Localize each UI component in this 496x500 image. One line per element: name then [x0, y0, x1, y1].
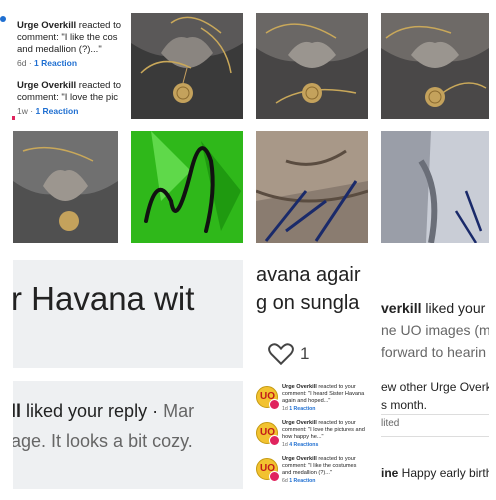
author-name[interactable]: verkill [381, 300, 421, 316]
notification-author[interactable]: Urge Overkill [282, 420, 317, 426]
notification-text: reacted to your [316, 384, 356, 390]
post-text: Happy early birth [398, 466, 489, 480]
post-date: Mar [163, 401, 195, 421]
notification-text: and medallion (?)..." [282, 470, 332, 476]
notification-text: reacted to your [316, 456, 356, 462]
post-text: r Havana wit [13, 280, 195, 317]
notification-text: comment: "I love the pictures and [282, 427, 365, 433]
notification-text: how happy he..." [282, 434, 324, 440]
notification-text: comment: "I like the cos [17, 32, 118, 43]
havana-text-tile: r Havana wit [13, 260, 243, 368]
post-text: ew other Urge Overk [381, 380, 489, 394]
notification-text: comment: "I heard Sister Havana [282, 391, 365, 397]
notification-author[interactable]: Urge Overkill [282, 456, 317, 462]
reactions-link[interactable]: 4 Reactions [289, 442, 318, 448]
notification-text: reacted to [76, 80, 122, 91]
notification-author[interactable]: Urge Overkill [17, 20, 76, 31]
post-text: s month. [381, 398, 428, 412]
heart-badge-icon [269, 399, 280, 410]
heart-badge-icon [269, 435, 280, 446]
medallion-photo-4[interactable] [13, 131, 118, 243]
green-photo[interactable] [131, 131, 243, 243]
notification-text: and medallion (?)..." [17, 44, 102, 55]
notification-age: 1w [17, 106, 28, 116]
post-text: forward to hearin [381, 344, 487, 360]
medallion-photo-2[interactable] [256, 13, 368, 119]
divider [381, 436, 489, 437]
notification-text: reacted to [76, 20, 122, 31]
liked-post-tile: verkill liked your ne UO images (m forwa… [381, 268, 489, 368]
reactions-link[interactable]: 1 Reaction [34, 58, 77, 68]
notification-age: 1d [282, 442, 288, 448]
other-post-tile: ew other Urge Overk s month. lited ine H… [381, 372, 489, 492]
medallion-photo-1[interactable] [131, 13, 243, 119]
post-text: ne UO images (m [381, 322, 489, 338]
notification-author[interactable]: Urge Overkill [282, 384, 317, 390]
notification-item[interactable]: Urge Overkill reacted to comment: "I lov… [17, 80, 122, 116]
sunglasses-text-tile: avana agair g on sungla 1 [256, 258, 370, 378]
notification-author[interactable]: Urge Overkill [17, 80, 76, 91]
post-text: age. It looks a bit cozy. [13, 431, 193, 451]
reactions-link[interactable]: 1 Reaction [35, 106, 78, 116]
medallion-photo-3[interactable] [381, 13, 489, 119]
post-text: liked your reply · [21, 401, 164, 421]
notification-age: 1d [282, 406, 288, 412]
notification-age: 6d [282, 478, 288, 484]
post-text: liked your [421, 300, 486, 316]
like-count: 1 [300, 344, 310, 363]
post-text: avana agair [256, 264, 361, 286]
notification-text: reacted to your [316, 420, 356, 426]
author-name[interactable]: ine [381, 466, 398, 480]
notification-item[interactable]: Urge Overkill reacted to comment: "I lik… [17, 20, 122, 68]
heart-outline-icon[interactable] [268, 342, 294, 366]
reactions-link[interactable]: 1 Reaction [289, 406, 315, 412]
closeup-photo-1[interactable] [256, 131, 368, 243]
notification-text: comment: "I like the costumes [282, 463, 357, 469]
post-text: lited [381, 418, 400, 429]
closeup-photo-2[interactable] [381, 131, 489, 243]
unread-dot [0, 16, 6, 22]
liked-reply-tile: ll liked your reply · Mar age. It looks … [13, 381, 243, 489]
notification-tile-top-left: Urge Overkill reacted to comment: "I lik… [0, 10, 122, 120]
author-name[interactable]: ll [13, 401, 21, 421]
unread-mark [12, 116, 15, 120]
mini-notifications-tile: UO Urge Overkill reacted to your comment… [256, 384, 374, 492]
post-text: g on sungla [256, 292, 360, 314]
heart-badge-icon [269, 471, 280, 482]
notification-text: again and hoped..." [282, 398, 331, 404]
notification-item[interactable]: UO Urge Overkill reacted to your comment… [256, 456, 374, 492]
reactions-link[interactable]: 1 Reaction [289, 478, 315, 484]
divider [381, 414, 489, 415]
notification-text: comment: "I love the pic [17, 92, 119, 103]
